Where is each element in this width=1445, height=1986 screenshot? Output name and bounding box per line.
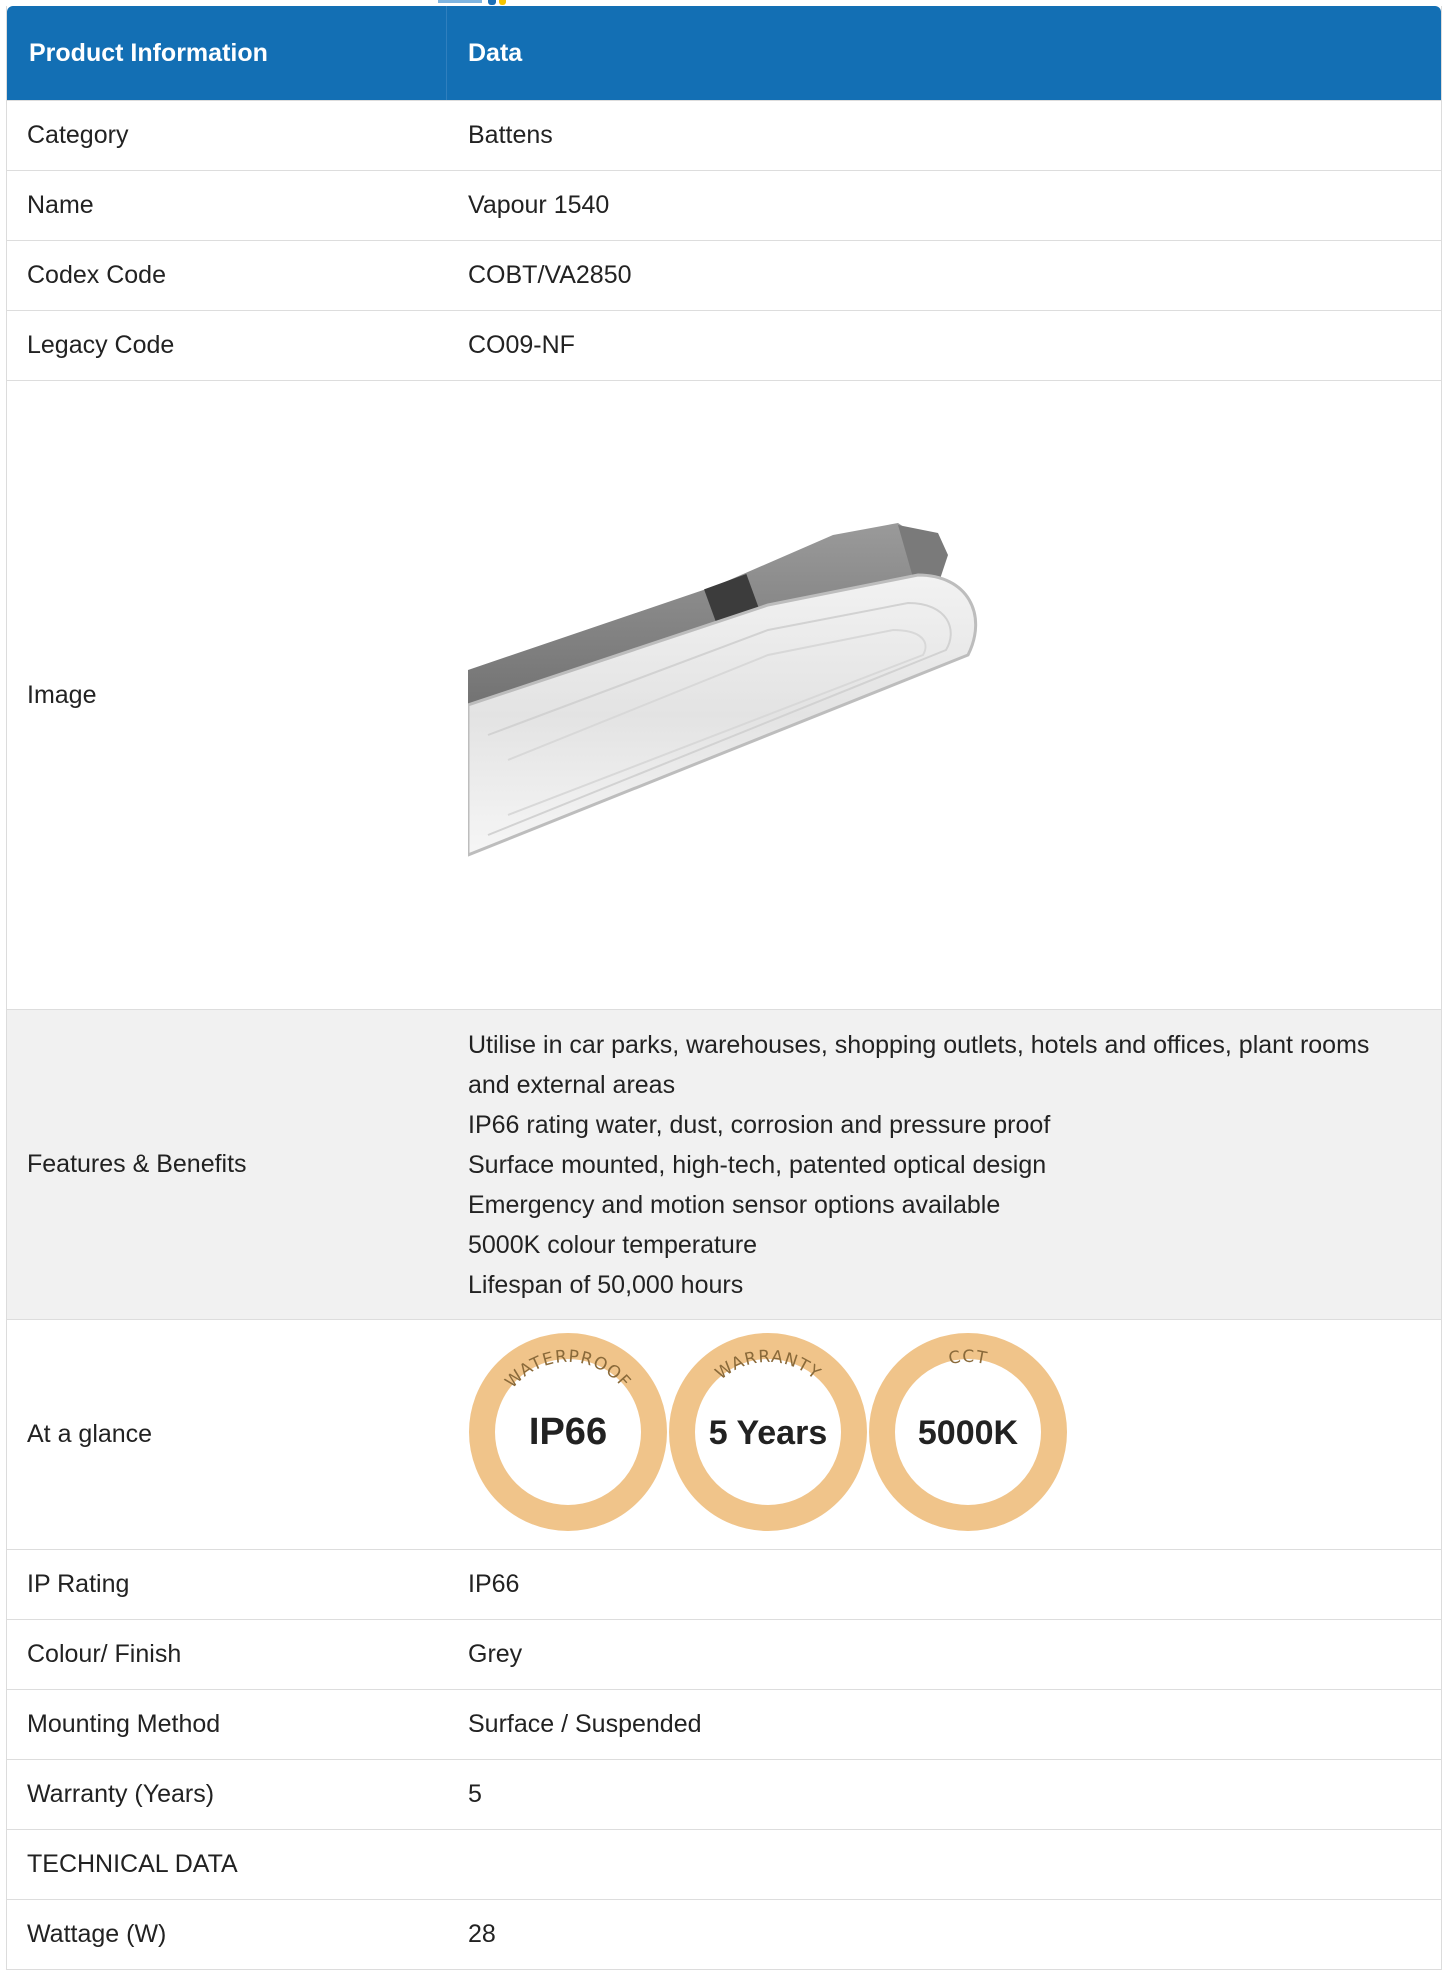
table-row: Wattage (W) 28	[7, 1899, 1441, 1969]
row-label: Colour/ Finish	[27, 1640, 182, 1668]
row-label: Name	[27, 191, 94, 219]
table-row: Name Vapour 1540	[7, 170, 1441, 240]
warranty-badge: WARRANTY 5 Years	[669, 1332, 867, 1531]
table-row: Colour/ Finish Grey	[7, 1619, 1441, 1689]
table-row: Warranty (Years) 5	[7, 1759, 1441, 1829]
row-label: Image	[27, 680, 97, 709]
row-value: Surface / Suspended	[468, 1710, 702, 1738]
row-label: Wattage (W)	[27, 1920, 167, 1948]
features-list: Utilise in car parks, warehouses, shoppi…	[468, 1025, 1441, 1305]
row-value	[447, 381, 1441, 1009]
product-spec-table: Product Information Data Category Batten…	[6, 6, 1442, 1970]
table-row-glance: At a glance WATERPROOF IP66 WARRANTY 5 Y…	[7, 1319, 1441, 1549]
table-header: Product Information Data	[7, 6, 1441, 100]
table-row: Category Battens	[7, 100, 1441, 170]
header-product-information: Product Information	[7, 6, 447, 100]
table-row-image: Image	[7, 380, 1441, 1009]
badge-group: WATERPROOF IP66 WARRANTY 5 Years CCT 500…	[468, 1332, 1068, 1532]
header-data: Data	[468, 38, 523, 67]
feature-item: Emergency and motion sensor options avai…	[468, 1190, 1001, 1219]
row-value: Battens	[468, 121, 553, 149]
table-row: Codex Code COBT/VA2850	[7, 240, 1441, 310]
feature-item: Lifespan of 50,000 hours	[468, 1270, 744, 1299]
row-label: Warranty (Years)	[27, 1780, 215, 1808]
row-value: Grey	[468, 1640, 523, 1668]
row-label: Codex Code	[27, 261, 166, 289]
row-label: IP Rating	[27, 1570, 130, 1598]
svg-text:CCT: CCT	[947, 1346, 989, 1368]
row-value: Vapour 1540	[468, 191, 610, 219]
row-label: Mounting Method	[27, 1710, 221, 1738]
feature-item: Surface mounted, high-tech, patented opt…	[468, 1150, 1047, 1179]
row-value: 5	[468, 1780, 482, 1808]
table-row: Legacy Code CO09-NF	[7, 310, 1441, 380]
row-label: Category	[27, 121, 129, 149]
row-value: COBT/VA2850	[468, 261, 632, 289]
cct-badge: CCT 5000K	[869, 1332, 1067, 1531]
row-value: WATERPROOF IP66 WARRANTY 5 Years CCT 500…	[447, 1320, 1441, 1549]
feature-item: 5000K colour temperature	[468, 1230, 758, 1259]
table-row-section: TECHNICAL DATA	[7, 1829, 1441, 1899]
row-label: Features & Benefits	[27, 1150, 247, 1178]
waterproof-badge: WATERPROOF IP66	[469, 1332, 667, 1531]
feature-item: Utilise in car parks, warehouses, shoppi…	[468, 1030, 1370, 1099]
row-label: Legacy Code	[27, 331, 175, 359]
row-value	[447, 1830, 1441, 1899]
svg-text:IP66: IP66	[529, 1411, 607, 1453]
table-row: IP Rating IP66	[7, 1549, 1441, 1619]
product-image	[468, 523, 978, 857]
section-label: TECHNICAL DATA	[27, 1850, 238, 1878]
svg-text:5000K: 5000K	[918, 1414, 1019, 1452]
table-row: Mounting Method Surface / Suspended	[7, 1689, 1441, 1759]
table-row-features: Features & Benefits Utilise in car parks…	[7, 1009, 1441, 1319]
row-label: At a glance	[27, 1420, 153, 1448]
feature-item: IP66 rating water, dust, corrosion and p…	[468, 1110, 1051, 1139]
row-value: Utilise in car parks, warehouses, shoppi…	[447, 1010, 1441, 1319]
row-value: CO09-NF	[468, 331, 575, 359]
row-value: IP66	[468, 1570, 520, 1598]
row-value: 28	[468, 1920, 496, 1948]
svg-text:5 Years: 5 Years	[709, 1414, 828, 1452]
